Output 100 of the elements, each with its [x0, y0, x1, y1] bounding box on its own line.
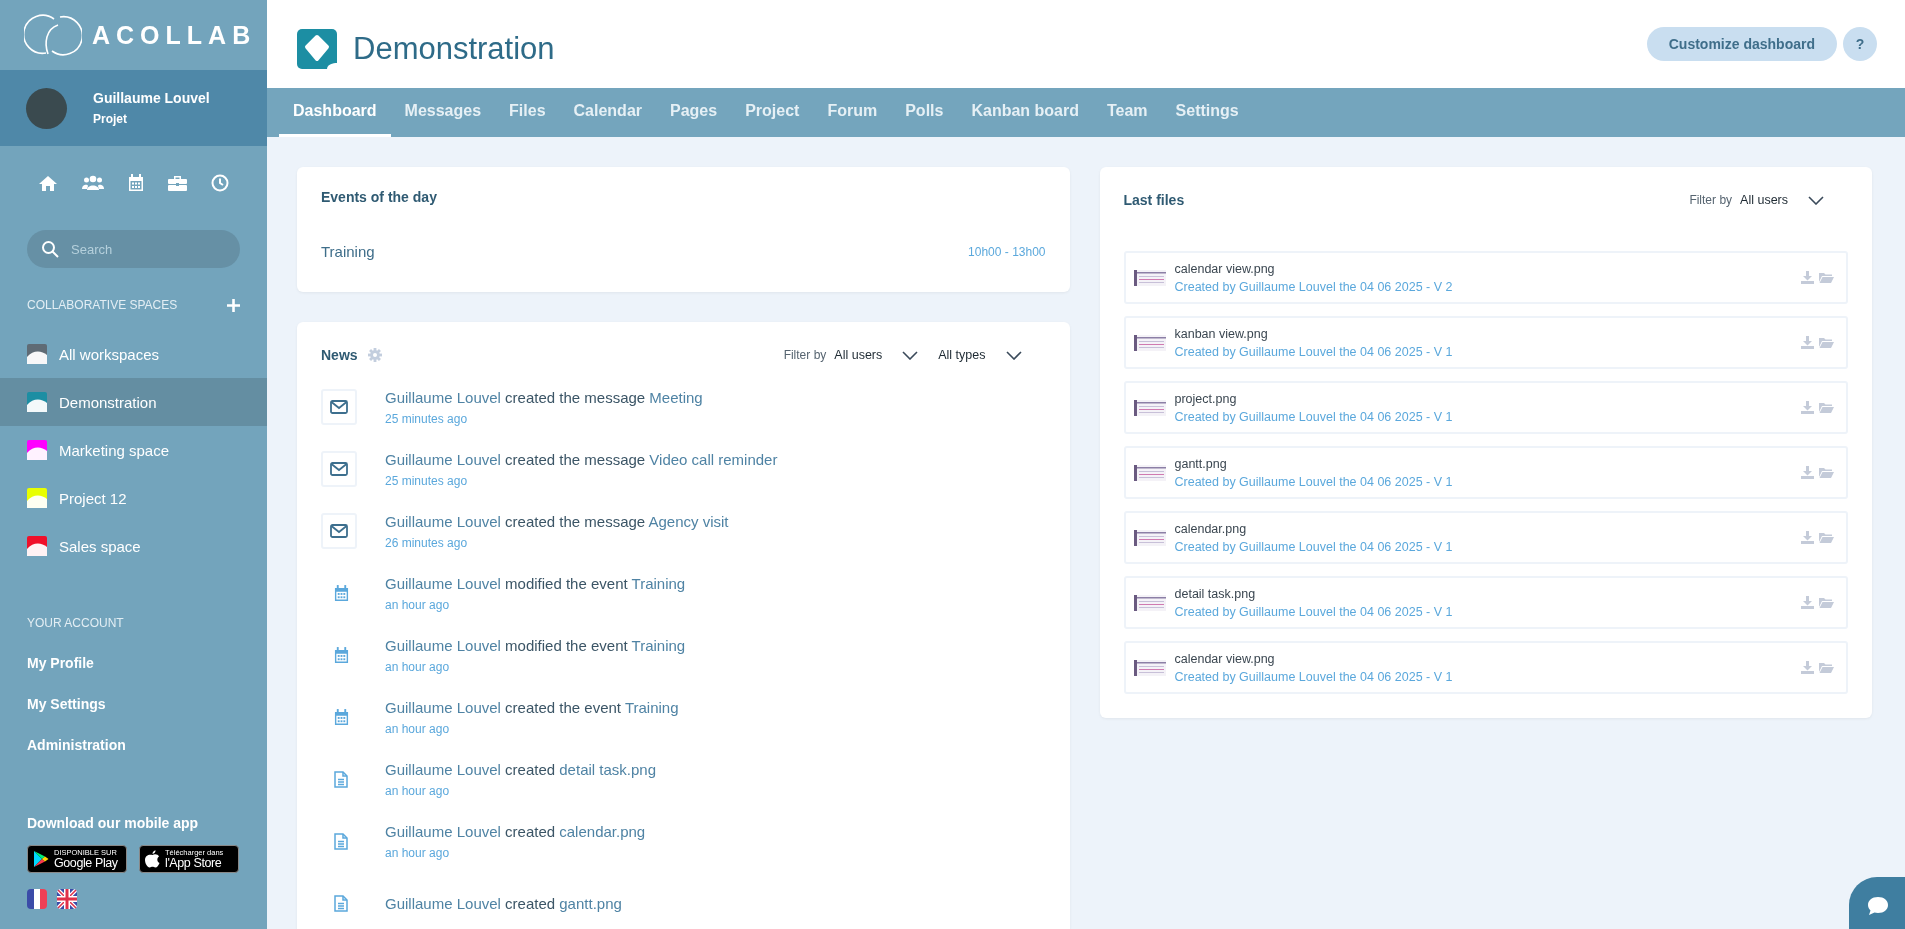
file-row[interactable]: calendar view.png Created by Guillaume Louvel the 04 06 2025 - V 2 — [1123, 251, 1848, 304]
file-name: detail task.png — [1174, 586, 1257, 601]
file-row[interactable]: kanban view.png Created by Guillaume Louvel the 04 06 2025 - V 1 — [1123, 316, 1848, 369]
users-icon[interactable] — [82, 175, 104, 191]
item-link[interactable]: calendar.png — [559, 822, 646, 840]
activity-text: Guillaume Louvel created the message Meeting — [385, 388, 703, 406]
activity-text: Guillaume Louvel created gantt.png — [385, 894, 622, 912]
tab[interactable]: Files — [495, 88, 560, 137]
file-thumbnail — [1133, 399, 1166, 416]
file-thumbnail — [1133, 269, 1166, 286]
briefcase-icon[interactable] — [168, 175, 187, 191]
document-icon — [334, 832, 348, 850]
chat-button[interactable] — [1849, 877, 1905, 929]
type-filter-dropdown[interactable]: All types — [938, 344, 1028, 366]
folder-icon[interactable] — [1819, 597, 1834, 608]
file-row[interactable]: project.png Created by Guillaume Louvel the 04 06 2025 - V 1 — [1123, 381, 1848, 434]
tab[interactable]: Team — [1093, 88, 1162, 137]
search-field[interactable]: Search — [27, 230, 240, 268]
workspace-item[interactable]: Marketing space — [0, 426, 267, 474]
app-heading: Download our mobile app — [26, 814, 200, 831]
file-thumbnail — [1133, 334, 1166, 351]
workspace-item[interactable]: Demonstration — [0, 378, 267, 426]
tab[interactable]: Settings — [1161, 88, 1253, 137]
clock-icon[interactable] — [211, 174, 229, 192]
workspace-icon — [297, 29, 337, 69]
french-flag-icon[interactable] — [27, 889, 47, 909]
calendar-icon — [334, 708, 349, 726]
user-role: Projet — [93, 112, 128, 126]
user-link[interactable]: Guillaume Louvel — [385, 574, 501, 592]
filter-label: Filter by — [1689, 193, 1733, 207]
tab[interactable]: Polls — [891, 88, 958, 137]
file-meta: Created by Guillaume Louvel the 04 06 2025 - V 1 — [1174, 669, 1454, 684]
user-name: Guillaume Louvel — [93, 90, 210, 106]
user-link[interactable]: Guillaume Louvel — [385, 388, 501, 406]
item-link[interactable]: Training — [631, 574, 686, 592]
workspace-item[interactable]: Sales space — [0, 522, 267, 570]
user-filter-dropdown[interactable]: All users — [1740, 189, 1830, 211]
user-link[interactable]: Guillaume Louvel — [385, 822, 501, 840]
item-link[interactable]: Agency visit — [648, 512, 729, 530]
item-link[interactable]: gantt.png — [559, 894, 622, 912]
workspace-item[interactable]: All workspaces — [0, 330, 267, 378]
british-flag-icon[interactable] — [57, 889, 77, 909]
activity-time: an hour ago — [385, 845, 451, 860]
calendar-icon[interactable] — [128, 174, 144, 192]
folder-icon[interactable] — [1819, 272, 1834, 283]
activity-time: an hour ago — [385, 721, 451, 736]
download-icon[interactable] — [1801, 596, 1814, 609]
user-link[interactable]: Guillaume Louvel — [385, 698, 501, 716]
tab[interactable]: Dashboard — [279, 88, 391, 137]
file-meta: Created by Guillaume Louvel the 04 06 2025 - V 1 — [1174, 474, 1454, 489]
user-link[interactable]: Guillaume Louvel — [385, 636, 501, 654]
activity-text: Guillaume Louvel created detail task.png — [385, 760, 656, 778]
file-row[interactable]: calendar.png Created by Guillaume Louvel the 04 06 2025 - V 1 — [1123, 511, 1848, 564]
home-icon[interactable] — [38, 174, 58, 192]
download-icon[interactable] — [1801, 401, 1814, 414]
account-link[interactable]: Administration — [0, 737, 267, 753]
calendar-icon — [334, 584, 349, 602]
download-icon[interactable] — [1801, 336, 1814, 349]
account-link[interactable]: My Profile — [0, 655, 267, 671]
help-button[interactable]: ? — [1843, 27, 1877, 61]
user-filter-dropdown[interactable]: All users — [834, 344, 925, 366]
tab[interactable]: Kanban board — [957, 88, 1093, 137]
document-icon — [334, 894, 348, 912]
account-link[interactable]: My Settings — [0, 696, 267, 712]
file-name: kanban view.png — [1174, 326, 1269, 341]
tab[interactable]: Calendar — [559, 88, 656, 137]
user-link[interactable]: Guillaume Louvel — [385, 450, 501, 468]
file-row[interactable]: detail task.png Created by Guillaume Louvel the 04 06 2025 - V 1 — [1123, 576, 1848, 629]
folder-icon[interactable] — [1819, 532, 1834, 543]
file-row[interactable]: calendar view.png Created by Guillaume Louvel the 04 06 2025 - V 1 — [1123, 641, 1848, 694]
item-link[interactable]: Training — [631, 636, 686, 654]
item-link[interactable]: Training — [624, 698, 679, 716]
file-name: project.png — [1174, 391, 1238, 406]
folder-icon[interactable] — [1819, 662, 1834, 673]
event-link[interactable]: Training — [321, 243, 375, 260]
item-link[interactable]: Meeting — [649, 388, 703, 406]
download-icon[interactable] — [1801, 271, 1814, 284]
file-row[interactable]: gantt.png Created by Guillaume Louvel the 04 06 2025 - V 1 — [1123, 446, 1848, 499]
workspace-item[interactable]: Project 12 — [0, 474, 267, 522]
item-link[interactable]: detail task.png — [559, 760, 656, 778]
user-link[interactable]: Guillaume Louvel — [385, 512, 501, 530]
file-meta: Created by Guillaume Louvel the 04 06 2025 - V 1 — [1174, 539, 1454, 554]
tab[interactable]: Messages — [390, 88, 496, 137]
folder-icon[interactable] — [1819, 402, 1834, 413]
user-link[interactable]: Guillaume Louvel — [385, 894, 501, 912]
file-thumbnail — [1133, 529, 1166, 546]
tab[interactable]: Pages — [656, 88, 732, 137]
user-link[interactable]: Guillaume Louvel — [385, 760, 501, 778]
customize-button[interactable]: Customize dashboard — [1646, 27, 1837, 61]
download-icon[interactable] — [1801, 661, 1814, 674]
tab[interactable]: Project — [731, 88, 814, 137]
download-icon[interactable] — [1801, 531, 1814, 544]
settings-icon[interactable] — [367, 348, 382, 362]
item-link[interactable]: Video call reminder — [649, 450, 778, 468]
folder-icon[interactable] — [1819, 467, 1834, 478]
download-icon[interactable] — [1801, 466, 1814, 479]
tab[interactable]: Forum — [813, 88, 892, 137]
folder-icon[interactable] — [1819, 337, 1834, 348]
add-icon[interactable] — [227, 298, 240, 312]
play-icon — [33, 850, 49, 868]
